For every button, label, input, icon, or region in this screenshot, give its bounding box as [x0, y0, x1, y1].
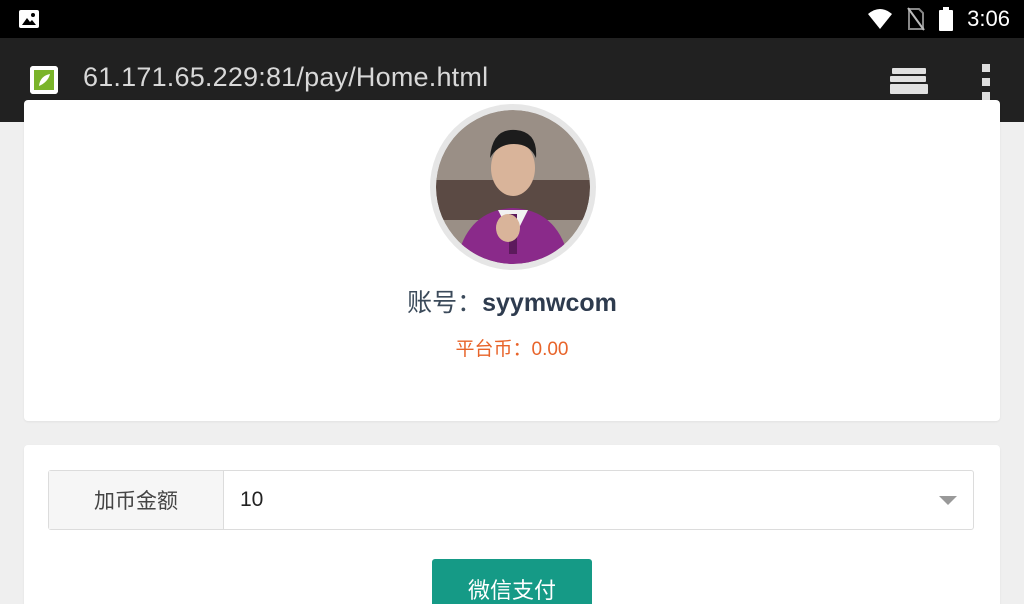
image-notification-icon [19, 10, 39, 28]
tabs-icon[interactable] [888, 64, 930, 98]
amount-label: 加币金额 [49, 471, 224, 529]
avatar-photo [436, 110, 590, 264]
overflow-menu-icon[interactable] [976, 62, 996, 102]
site-favicon-icon [30, 66, 58, 94]
url-bar[interactable]: 61.171.65.229:81/pay/Home.html [83, 62, 488, 93]
no-sim-icon [907, 7, 925, 31]
status-time: 3:06 [967, 6, 1010, 31]
coins-line: 平台币：0.00 [0, 334, 1024, 361]
wechat-pay-button[interactable]: 微信支付 [432, 559, 592, 604]
amount-select[interactable]: 10 [224, 471, 973, 529]
status-bar: 3:06 [0, 0, 1024, 38]
account-label: 账号： [407, 288, 483, 317]
coins-label: 平台币： [455, 338, 532, 360]
amount-selected-value: 10 [240, 488, 264, 511]
account-line: 账号：syymwcom [0, 283, 1024, 319]
avatar [430, 104, 596, 270]
amount-input-group: 加币金额 10 [48, 470, 974, 530]
chevron-down-icon [939, 496, 957, 505]
account-value: syymwcom [482, 289, 617, 317]
battery-icon [939, 7, 954, 31]
wifi-icon [868, 9, 893, 29]
coins-value: 0.00 [531, 339, 569, 360]
